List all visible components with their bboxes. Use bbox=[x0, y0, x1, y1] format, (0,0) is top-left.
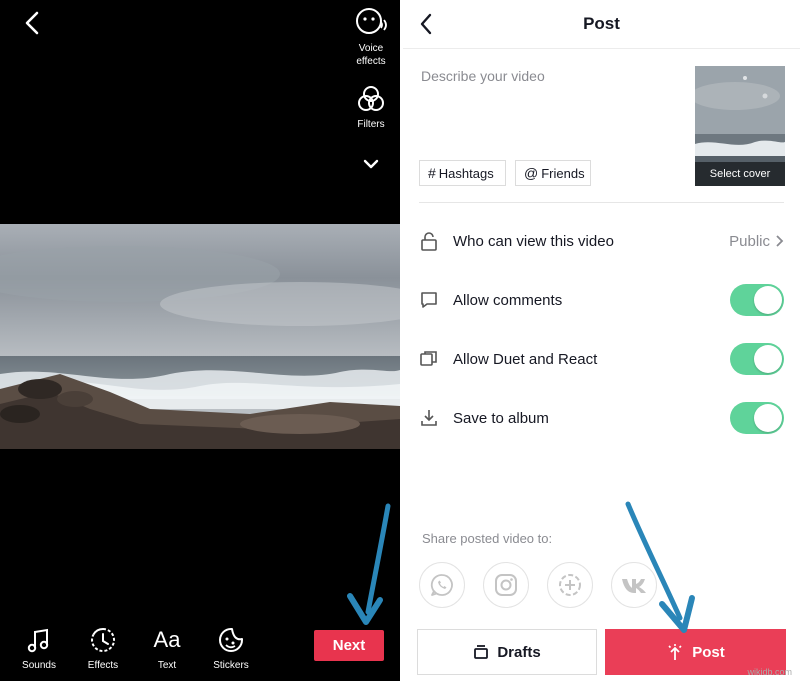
sticker-icon bbox=[219, 628, 243, 652]
text-tool[interactable]: Aa Text bbox=[139, 626, 195, 671]
effects-timer-icon bbox=[91, 628, 115, 652]
filters-tool[interactable]: Filters bbox=[341, 84, 400, 131]
stickers-tool[interactable]: Stickers bbox=[203, 626, 259, 671]
describe-video-input[interactable] bbox=[419, 67, 683, 85]
share-posted-label: Share posted video to: bbox=[422, 531, 553, 546]
whatsapp-icon bbox=[430, 574, 453, 596]
chevron-right-icon bbox=[776, 235, 784, 247]
at-icon: @ bbox=[524, 165, 539, 181]
drafts-icon bbox=[473, 644, 489, 660]
select-cover-label: Select cover bbox=[695, 162, 785, 186]
allow-comments-toggle[interactable] bbox=[730, 284, 784, 316]
video-editor-panel: Voice effects Filters Sounds Effects Aa … bbox=[0, 0, 400, 681]
add-story-share-button[interactable] bbox=[547, 562, 593, 608]
comment-icon bbox=[419, 290, 439, 310]
music-note-icon bbox=[27, 628, 49, 653]
chevron-down-icon[interactable] bbox=[362, 158, 380, 170]
back-chevron-icon[interactable] bbox=[22, 10, 44, 36]
toggle-knob bbox=[754, 286, 782, 314]
instagram-share-button[interactable] bbox=[483, 562, 529, 608]
effects-label: Effects bbox=[87, 660, 119, 671]
stickers-label: Stickers bbox=[213, 660, 249, 671]
text-aa-icon: Aa bbox=[153, 627, 181, 652]
effects-tool[interactable]: Effects bbox=[75, 626, 131, 671]
instagram-icon bbox=[495, 574, 517, 596]
toggle-knob bbox=[754, 345, 782, 373]
friends-label: Friends bbox=[541, 165, 585, 181]
sounds-tool[interactable]: Sounds bbox=[11, 626, 67, 671]
save-to-album-toggle[interactable] bbox=[730, 402, 784, 434]
hashtags-label: Hashtags bbox=[438, 165, 494, 181]
post-panel: Post Select cover # Hashtags @ Friends bbox=[403, 0, 800, 681]
who-can-view-row[interactable]: Who can view this video Public bbox=[419, 221, 784, 261]
filters-label: Filters bbox=[357, 119, 385, 130]
voice-effects-label-line1: Voice bbox=[358, 43, 384, 54]
vk-share-button[interactable] bbox=[611, 562, 657, 608]
vk-icon bbox=[622, 579, 646, 593]
divider bbox=[419, 202, 784, 203]
friends-chip[interactable]: @ Friends bbox=[515, 160, 591, 186]
allow-duet-row: Allow Duet and React bbox=[419, 339, 784, 379]
drafts-button[interactable]: Drafts bbox=[417, 629, 597, 675]
allow-comments-label: Allow comments bbox=[453, 291, 563, 309]
text-label: Text bbox=[157, 660, 177, 671]
duet-icon bbox=[419, 349, 439, 369]
add-story-icon bbox=[559, 574, 581, 596]
post-header: Post bbox=[403, 0, 800, 49]
allow-duet-toggle[interactable] bbox=[730, 343, 784, 375]
lock-icon bbox=[419, 231, 439, 251]
save-to-album-row: Save to album bbox=[419, 398, 784, 438]
download-icon bbox=[419, 408, 439, 428]
whatsapp-share-button[interactable] bbox=[419, 562, 465, 608]
who-can-view-label: Who can view this video bbox=[453, 232, 614, 250]
save-to-album-label: Save to album bbox=[453, 409, 549, 427]
hash-icon: # bbox=[428, 165, 436, 181]
allow-comments-row: Allow comments bbox=[419, 280, 784, 320]
sounds-label: Sounds bbox=[22, 660, 56, 671]
filters-icon bbox=[358, 86, 384, 111]
voice-effects-label-line2: effects bbox=[356, 56, 386, 67]
post-label: Post bbox=[692, 643, 725, 661]
voice-effects-icon bbox=[356, 8, 387, 34]
page-title: Post bbox=[583, 14, 620, 33]
hashtags-chip[interactable]: # Hashtags bbox=[419, 160, 506, 186]
toggle-knob bbox=[754, 404, 782, 432]
privacy-value: Public bbox=[729, 232, 770, 250]
next-button[interactable]: Next bbox=[314, 630, 384, 661]
select-cover-thumbnail[interactable]: Select cover bbox=[695, 66, 785, 186]
drafts-label: Drafts bbox=[497, 643, 541, 661]
watermark: wikidb.com bbox=[747, 667, 792, 677]
seascape-image bbox=[0, 224, 400, 449]
upload-icon bbox=[666, 643, 684, 661]
allow-duet-label: Allow Duet and React bbox=[453, 350, 598, 368]
voice-effects-tool[interactable]: Voice effects bbox=[341, 6, 400, 68]
video-preview bbox=[0, 224, 400, 449]
